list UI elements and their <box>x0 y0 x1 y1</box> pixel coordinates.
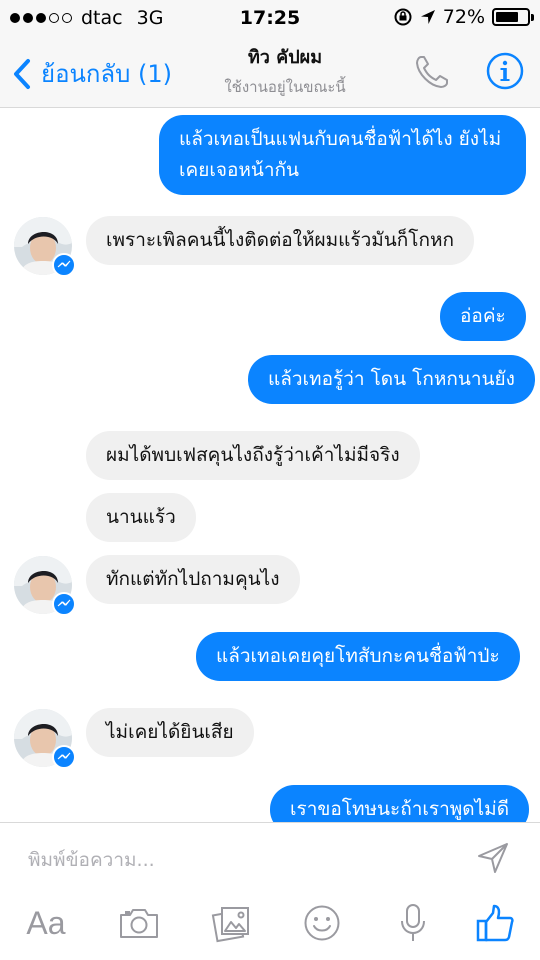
status-right: 72% <box>393 6 534 28</box>
gallery-icon <box>211 907 249 943</box>
composer-toolbar: Aa <box>0 899 540 949</box>
phone-icon <box>416 56 448 88</box>
messenger-badge-icon <box>52 592 76 616</box>
message-bubble-incoming[interactable]: ทักแต่ทักไปถามคุนไง <box>86 555 300 604</box>
back-label: ย้อนกลับ (1) <box>41 60 172 88</box>
emoji-icon <box>304 905 340 941</box>
gallery-button[interactable] <box>210 899 252 947</box>
rotation-lock-icon <box>394 8 412 26</box>
message-bubble-outgoing[interactable]: เราขอโทษนะถ้าเราพูดไม่ดี <box>270 785 530 822</box>
like-button[interactable] <box>474 899 516 947</box>
message-bubble-outgoing[interactable]: แล้วเทอรู้ว่า โดน โกหกนานยัง <box>248 355 535 404</box>
text-format-button[interactable]: Aa <box>20 899 72 947</box>
message-composer: พิมพ์ข้อความ... Aa <box>0 822 540 960</box>
battery-icon <box>492 8 534 26</box>
message-bubble-incoming[interactable]: ไม่เคยได้ยินเสีย <box>86 708 254 757</box>
location-arrow-icon <box>420 10 435 24</box>
contact-avatar[interactable] <box>14 556 76 616</box>
back-chevron-icon <box>14 58 30 89</box>
send-icon <box>478 843 508 873</box>
messenger-badge-icon <box>52 745 76 769</box>
status-bar: dtac 3G 17:25 72% <box>0 0 540 36</box>
call-button[interactable] <box>412 52 452 96</box>
camera-button[interactable] <box>116 899 162 947</box>
back-button[interactable]: ย้อนกลับ (1) <box>12 54 172 93</box>
battery-percent: 72% <box>442 6 485 28</box>
message-bubble-outgoing[interactable]: อ่อค่ะ <box>440 292 526 341</box>
voice-button[interactable] <box>398 899 428 947</box>
conversation-header: ย้อนกลับ (1) ทิว คัปผม ใช้งานอยู่ในขณะนี… <box>0 36 540 108</box>
info-icon <box>486 52 524 90</box>
contact-avatar[interactable] <box>14 709 76 769</box>
send-button[interactable] <box>476 841 510 879</box>
text-format-label: Aa <box>26 904 66 941</box>
message-bubble-incoming[interactable]: เพราะเพิลคนนี้ไงติดต่อให้ผมแร้วมันก็โกหก <box>86 216 475 265</box>
contact-avatar[interactable] <box>14 217 76 277</box>
message-bubble-incoming[interactable]: นานแร้ว <box>86 493 196 542</box>
message-input[interactable]: พิมพ์ข้อความ... <box>28 845 155 875</box>
like-icon <box>476 904 514 942</box>
message-text: เคยเจอหน้ากัน <box>179 159 300 181</box>
contact-status: ใช้งานอยู่ในขณะนี้ <box>224 78 346 96</box>
emoji-button[interactable] <box>302 899 342 947</box>
microphone-icon <box>401 904 425 941</box>
message-bubble-outgoing[interactable]: แล้วเทอเป็นแฟนกับคนชื่อฟ้าได้ไง ยังไม่ เ… <box>159 115 526 195</box>
contact-title[interactable]: ทิว คัปผม ใช้งานอยู่ในขณะนี้ <box>185 42 385 99</box>
message-text: แล้วเทอเป็นแฟนกับคนชื่อฟ้าได้ไง ยังไม่ <box>179 128 502 150</box>
message-bubble-incoming[interactable]: ผมได้พบเฟสคุนไงถึงรู้ว่าเค้าไม่มีจริง <box>86 431 420 480</box>
message-list[interactable]: แล้วเทอเป็นแฟนกับคนชื่อฟ้าได้ไง ยังไม่ เ… <box>0 109 540 822</box>
info-button[interactable] <box>486 52 524 94</box>
contact-name: ทิว คัปผม <box>247 47 323 68</box>
messenger-badge-icon <box>52 253 76 277</box>
camera-icon <box>120 909 158 938</box>
message-bubble-outgoing[interactable]: แล้วเทอเคยคุยโทสับกะคนชื่อฟ้าป่ะ <box>196 632 520 681</box>
